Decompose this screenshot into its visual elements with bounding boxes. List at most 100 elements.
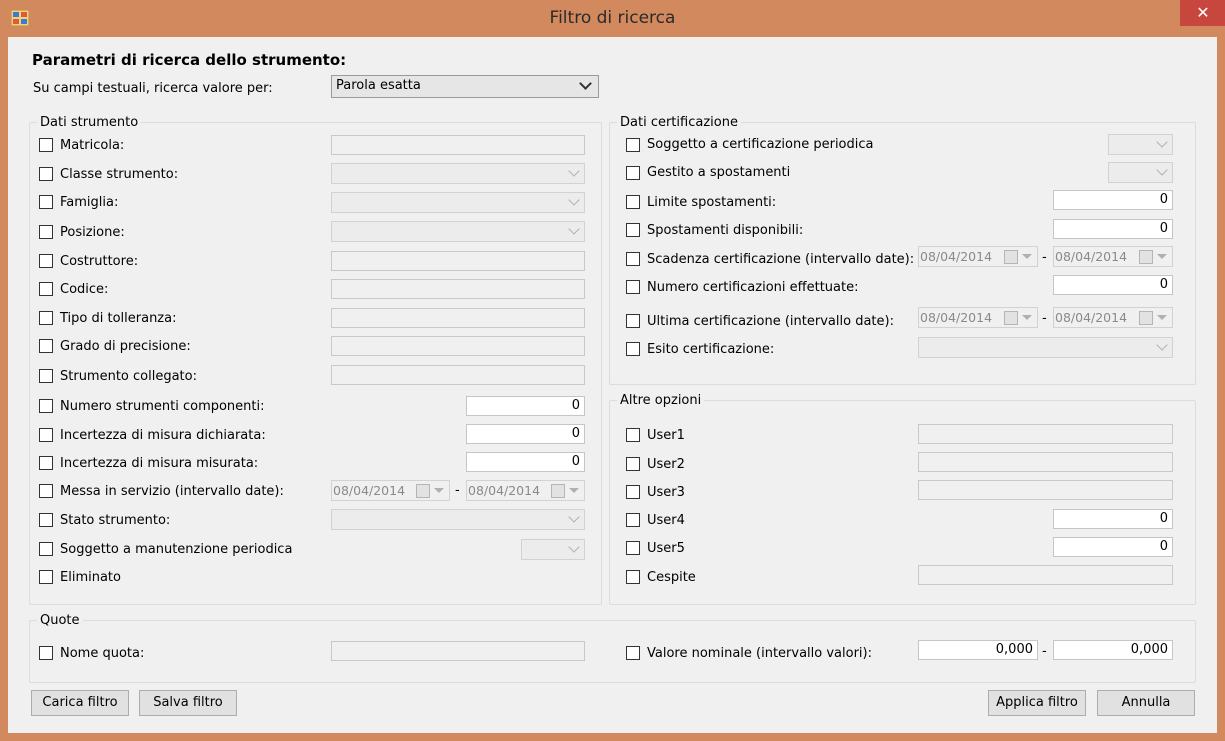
codice-checkbox[interactable] — [39, 282, 53, 296]
nome-quota-input[interactable] — [331, 641, 585, 661]
cert-periodica-label: Soggetto a certificazione periodica — [647, 137, 874, 152]
date-value: 08/04/2014 — [468, 483, 541, 498]
chevron-down-icon — [579, 77, 592, 90]
famiglia-label: Famiglia: — [60, 195, 119, 210]
cert-periodica-select[interactable] — [1108, 134, 1173, 155]
valore-nominale-checkbox[interactable] — [626, 646, 640, 660]
group-title-quote: Quote — [37, 613, 83, 628]
costruttore-checkbox[interactable] — [39, 254, 53, 268]
numero-cert-input[interactable]: 0 — [1053, 275, 1173, 295]
manutenzione-checkbox[interactable] — [39, 542, 53, 556]
classe-strumento-select[interactable] — [331, 163, 585, 184]
esito-select[interactable] — [918, 337, 1173, 358]
posizione-select[interactable] — [331, 221, 585, 242]
range-separator: - — [455, 483, 460, 498]
classe-strumento-label: Classe strumento: — [60, 167, 179, 182]
cespite-checkbox[interactable] — [626, 570, 640, 584]
gestito-spostamenti-checkbox[interactable] — [626, 166, 640, 180]
user3-checkbox[interactable] — [626, 485, 640, 499]
chevron-down-icon — [1157, 315, 1167, 320]
precisione-input[interactable] — [331, 336, 585, 356]
scadenza-label: Scadenza certificazione (intervallo date… — [647, 252, 915, 267]
user4-checkbox[interactable] — [626, 513, 640, 527]
limite-spostamenti-checkbox[interactable] — [626, 195, 640, 209]
user2-checkbox[interactable] — [626, 457, 640, 471]
servizio-checkbox[interactable] — [39, 484, 53, 498]
chevron-down-icon — [1022, 254, 1032, 259]
user5-input[interactable]: 0 — [1053, 537, 1173, 557]
title-bar[interactable]: Filtro di ricerca ✕ — [0, 0, 1225, 36]
tolleranza-checkbox[interactable] — [39, 311, 53, 325]
scadenza-from-date[interactable]: 08/04/2014 — [918, 246, 1038, 267]
matricola-label: Matricola: — [60, 138, 125, 153]
eliminato-checkbox[interactable] — [39, 570, 53, 584]
spostamenti-disponibili-input[interactable]: 0 — [1053, 219, 1173, 239]
ultima-cert-to-date[interactable]: 08/04/2014 — [1053, 307, 1173, 328]
salva-filtro-button[interactable]: Salva filtro — [139, 690, 237, 716]
user3-label: User3 — [647, 485, 685, 500]
costruttore-input[interactable] — [331, 251, 585, 271]
num-componenti-checkbox[interactable] — [39, 399, 53, 413]
limite-spostamenti-input[interactable]: 0 — [1053, 190, 1173, 210]
window-title: Filtro di ricerca — [549, 8, 676, 28]
date-value: 08/04/2014 — [920, 249, 993, 264]
inc-dichiarata-input[interactable]: 0 — [466, 424, 585, 444]
codice-input[interactable] — [331, 279, 585, 299]
eliminato-label: Eliminato — [60, 570, 121, 585]
manutenzione-select[interactable] — [521, 539, 585, 560]
close-button[interactable]: ✕ — [1180, 0, 1225, 26]
matricola-checkbox[interactable] — [39, 138, 53, 152]
user3-input[interactable] — [918, 480, 1173, 500]
stato-label: Stato strumento: — [60, 513, 171, 528]
valore-nominale-label: Valore nominale (intervallo valori): — [647, 646, 872, 661]
inc-misurata-checkbox[interactable] — [39, 456, 53, 470]
nome-quota-checkbox[interactable] — [39, 646, 53, 660]
dialog-window: Filtro di ricerca ✕ Parametri di ricerca… — [0, 0, 1225, 741]
user4-input[interactable]: 0 — [1053, 509, 1173, 529]
gestito-spostamenti-select[interactable] — [1108, 162, 1173, 183]
stato-checkbox[interactable] — [39, 513, 53, 527]
collegato-input[interactable] — [331, 365, 585, 385]
inc-dichiarata-checkbox[interactable] — [39, 428, 53, 442]
search-mode-select[interactable]: Parola esatta — [331, 75, 599, 98]
scadenza-checkbox[interactable] — [626, 252, 640, 266]
inc-misurata-input[interactable]: 0 — [466, 452, 585, 472]
numero-cert-checkbox[interactable] — [626, 280, 640, 294]
spostamenti-disponibili-checkbox[interactable] — [626, 223, 640, 237]
famiglia-checkbox[interactable] — [39, 195, 53, 209]
collegato-label: Strumento collegato: — [60, 369, 197, 384]
user1-input[interactable] — [918, 424, 1173, 444]
collegato-checkbox[interactable] — [39, 369, 53, 383]
range-separator: - — [1042, 644, 1047, 659]
user2-input[interactable] — [918, 452, 1173, 472]
ultima-cert-from-date[interactable]: 08/04/2014 — [918, 307, 1038, 328]
ultima-cert-checkbox[interactable] — [626, 314, 640, 328]
calendar-icon — [416, 484, 430, 498]
scadenza-to-date[interactable]: 08/04/2014 — [1053, 246, 1173, 267]
valore-nominale-from-input[interactable]: 0,000 — [918, 640, 1038, 660]
user2-label: User2 — [647, 457, 685, 472]
carica-filtro-button[interactable]: Carica filtro — [31, 690, 129, 716]
num-componenti-input[interactable]: 0 — [466, 396, 585, 416]
chevron-down-icon — [568, 194, 580, 206]
matricola-input[interactable] — [331, 135, 585, 155]
servizio-from-date[interactable]: 08/04/2014 — [331, 480, 450, 501]
user5-checkbox[interactable] — [626, 541, 640, 555]
cespite-input[interactable] — [918, 565, 1173, 585]
user1-checkbox[interactable] — [626, 428, 640, 442]
classe-strumento-checkbox[interactable] — [39, 167, 53, 181]
tolleranza-input[interactable] — [331, 308, 585, 328]
applica-filtro-button[interactable]: Applica filtro — [988, 690, 1086, 716]
stato-select[interactable] — [331, 509, 585, 530]
famiglia-select[interactable] — [331, 192, 585, 213]
manutenzione-label: Soggetto a manutenzione periodica — [60, 542, 293, 557]
ultima-cert-label: Ultima certificazione (intervallo date): — [647, 314, 894, 329]
group-title-dati-strumento: Dati strumento — [37, 115, 142, 130]
annulla-button[interactable]: Annulla — [1097, 690, 1195, 716]
precisione-checkbox[interactable] — [39, 339, 53, 353]
servizio-to-date[interactable]: 08/04/2014 — [466, 480, 585, 501]
cert-periodica-checkbox[interactable] — [626, 138, 640, 152]
valore-nominale-to-input[interactable]: 0,000 — [1053, 640, 1173, 660]
posizione-checkbox[interactable] — [39, 225, 53, 239]
esito-checkbox[interactable] — [626, 342, 640, 356]
